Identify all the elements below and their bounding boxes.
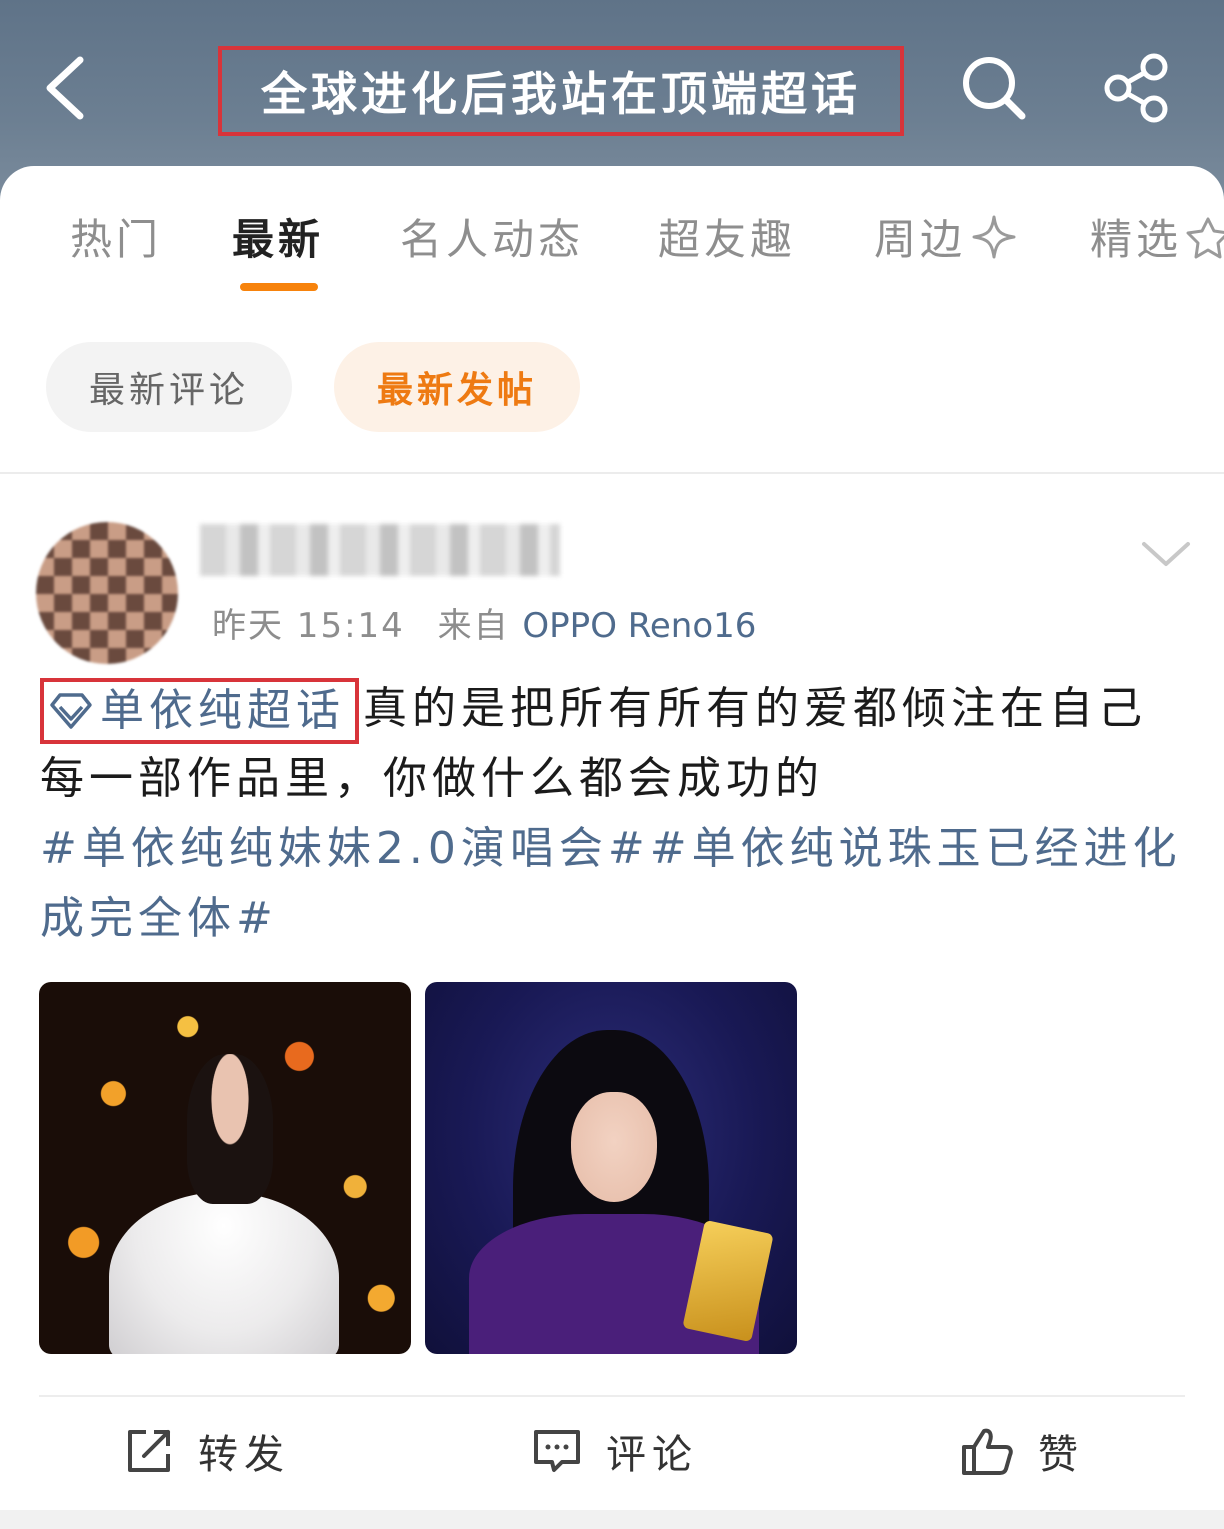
search-button[interactable] xyxy=(958,52,1030,124)
repost-label: 转发 xyxy=(198,1432,290,1478)
chip-latest-posts[interactable]: 最新发帖 xyxy=(334,342,580,432)
tab-celebrity-news[interactable]: 名人动态 xyxy=(400,206,584,267)
chevron-down-icon xyxy=(1142,542,1190,566)
post-source[interactable]: OPPO Reno16 xyxy=(522,606,756,646)
share-icon xyxy=(1104,53,1168,123)
bottom-strip xyxy=(0,1510,1224,1529)
post-time: 昨天 15:14 xyxy=(212,606,405,646)
like-label: 赞 xyxy=(1038,1432,1084,1478)
hashtag-link[interactable]: #单依纯纯妹妹2.0演唱会# xyxy=(40,823,650,874)
repost-button[interactable]: 转发 xyxy=(124,1421,290,1481)
photo-figure xyxy=(571,1092,657,1202)
avatar[interactable] xyxy=(36,522,178,664)
tab-featured[interactable]: 精选 xyxy=(1090,206,1224,267)
post-meta: 昨天 15:14 来自 OPPO Reno16 xyxy=(212,598,756,647)
chip-latest-comments[interactable]: 最新评论 xyxy=(46,342,292,432)
subtab-bar: 最新评论 最新发帖 xyxy=(0,342,1224,436)
post-body: 单依纯超话 真的是把所有所有的爱都倾注在自己每一部作品里，你做什么都会成功的 #… xyxy=(40,674,1190,954)
search-icon xyxy=(963,57,1026,120)
tab-label: 超友趣 xyxy=(658,215,797,264)
thumbs-up-icon xyxy=(962,1428,1013,1475)
tab-fan-fun[interactable]: 超友趣 xyxy=(658,206,796,267)
supertopic-tag[interactable]: 单依纯超话 xyxy=(40,678,359,744)
chip-label: 最新发帖 xyxy=(376,370,537,411)
more-options-button[interactable] xyxy=(1140,536,1192,572)
photo-figure xyxy=(187,1054,273,1204)
post-photo-2[interactable] xyxy=(425,982,797,1354)
sparkle-icon xyxy=(972,215,1016,258)
username-blurred[interactable] xyxy=(200,524,560,576)
tab-label: 热门 xyxy=(70,215,163,264)
supertopic-tag-label: 单依纯超话 xyxy=(100,685,345,736)
tab-label: 精选 xyxy=(1090,215,1183,264)
active-tab-indicator xyxy=(240,283,318,291)
tab-label: 周边 xyxy=(874,215,967,264)
post-from-label: 来自 xyxy=(437,606,510,646)
share-button[interactable] xyxy=(1098,52,1174,124)
comment-icon xyxy=(534,1430,580,1472)
post-actions: 转发 评论 赞 xyxy=(0,1397,1224,1507)
tab-latest[interactable]: 最新 xyxy=(232,206,324,267)
tab-label: 最新 xyxy=(232,215,325,264)
post-photo-1[interactable] xyxy=(39,982,411,1354)
content-sheet: 热门 最新 名人动态 超友趣 周边 精选 最新评论 最新发帖 昨天 15:14 xyxy=(0,166,1224,1529)
chip-label: 最新评论 xyxy=(88,370,249,411)
tab-merch[interactable]: 周边 xyxy=(874,206,1018,267)
tab-label: 名人动态 xyxy=(400,215,585,264)
chevron-left-icon xyxy=(46,56,84,120)
star-badge-icon xyxy=(1186,217,1224,258)
tab-bar: 热门 最新 名人动态 超友趣 周边 精选 xyxy=(0,166,1224,306)
comment-label: 评论 xyxy=(606,1432,698,1478)
back-button[interactable] xyxy=(36,50,96,126)
tab-hot[interactable]: 热门 xyxy=(70,206,162,267)
photo-figure xyxy=(109,1192,339,1354)
supertopic-title-highlight: 全球进化后我站在顶端超话 xyxy=(218,46,904,136)
like-button[interactable]: 赞 xyxy=(960,1421,1084,1481)
page-title: 全球进化后我站在顶端超话 xyxy=(261,67,861,121)
section-divider xyxy=(0,472,1224,474)
diamond-icon xyxy=(50,693,92,729)
repost-icon xyxy=(128,1430,170,1472)
comment-button[interactable]: 评论 xyxy=(532,1421,698,1481)
